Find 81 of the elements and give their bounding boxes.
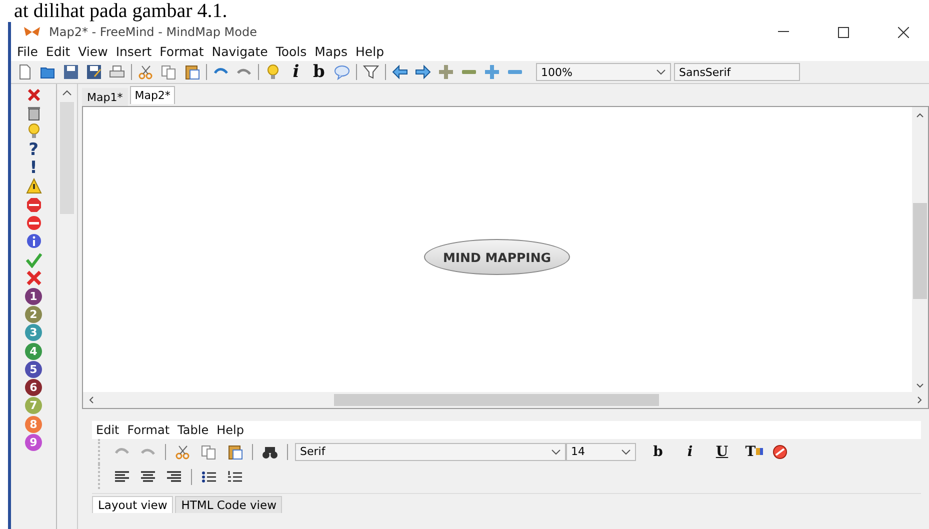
zoom-select[interactable]: 100% <box>536 63 671 81</box>
italic-button[interactable]: i <box>680 442 700 460</box>
warning-icon[interactable] <box>26 178 42 194</box>
menu-item[interactable]: File <box>13 44 42 59</box>
menu-item[interactable]: Format <box>156 44 208 59</box>
printer-icon[interactable] <box>109 64 125 80</box>
no-entry-icon[interactable] <box>26 214 42 231</box>
scroll-up-icon[interactable] <box>916 113 924 118</box>
size-select[interactable]: 14 <box>566 442 636 460</box>
menu-item[interactable]: Table <box>174 423 213 437</box>
text-color-button[interactable]: T <box>744 442 764 460</box>
number-circle-icon[interactable]: 9 <box>25 434 42 451</box>
maximize-icon[interactable] <box>838 26 848 38</box>
menu-item[interactable]: Help <box>352 44 388 59</box>
close-icon[interactable] <box>898 26 908 38</box>
chevron-down-icon[interactable] <box>621 448 631 454</box>
no-format-icon[interactable] <box>772 444 788 460</box>
chevron-down-icon[interactable] <box>656 69 666 75</box>
underline-button[interactable]: U <box>712 442 732 460</box>
document-text: at dilihat pada gambar 4.1. <box>14 0 228 22</box>
align-right-icon[interactable] <box>166 468 182 484</box>
arrow-right-icon[interactable] <box>415 64 431 80</box>
view-tab[interactable]: HTML Code view <box>175 496 282 513</box>
font-select[interactable]: SansSerif <box>674 63 800 81</box>
floppy-icon[interactable] <box>63 64 79 80</box>
view-tab[interactable]: Layout view <box>92 496 174 513</box>
menu-item[interactable]: Edit <box>42 44 74 59</box>
italic-button[interactable]: i <box>286 62 306 82</box>
minimize-icon[interactable] <box>778 31 788 33</box>
trash-icon[interactable] <box>26 105 42 122</box>
info-icon[interactable] <box>26 233 42 250</box>
number-circle-icon[interactable]: 6 <box>25 379 42 396</box>
symbol-icon[interactable]: ? <box>28 140 38 160</box>
copy-icon[interactable] <box>201 444 217 460</box>
check-icon[interactable] <box>26 252 42 268</box>
number-circle-icon[interactable]: 1 <box>25 288 42 305</box>
symbol-icon[interactable]: ! <box>30 158 38 178</box>
scroll-left-icon[interactable] <box>89 396 94 404</box>
bold-button[interactable]: b <box>648 442 668 460</box>
scissors-icon[interactable] <box>175 444 191 460</box>
speech-bubble-icon[interactable] <box>334 64 350 80</box>
font-select[interactable]: Serif <box>295 442 566 460</box>
filter-icon[interactable] <box>363 64 379 80</box>
butterfly-logo-icon <box>23 26 41 38</box>
bold-button[interactable]: b <box>309 62 329 82</box>
clipboard-icon[interactable] <box>227 444 243 460</box>
bullet-list-icon[interactable] <box>201 468 217 484</box>
copy-icon[interactable] <box>161 64 177 80</box>
menu-item[interactable]: Tools <box>272 44 311 59</box>
scroll-right-icon[interactable] <box>917 396 922 404</box>
window-title: Map2* - FreeMind - MindMap Mode <box>49 25 258 39</box>
menu-item[interactable]: Format <box>123 423 174 437</box>
menu-item[interactable]: Insert <box>112 44 156 59</box>
new-file-icon[interactable] <box>17 64 33 80</box>
scissors-icon[interactable] <box>138 64 154 80</box>
cross-icon[interactable] <box>26 270 42 286</box>
menu-item[interactable]: Navigate <box>208 44 272 59</box>
stop-sign-icon[interactable] <box>26 196 42 213</box>
map-tab[interactable]: Map1* <box>82 88 128 106</box>
scroll-down-icon[interactable] <box>916 383 924 388</box>
menu-item[interactable]: Maps <box>310 44 352 59</box>
align-left-icon[interactable] <box>114 468 130 484</box>
menu-item[interactable]: Help <box>212 423 248 437</box>
align-center-icon[interactable] <box>140 468 156 484</box>
floppy-pencil-icon[interactable] <box>86 64 102 80</box>
color-swatch-icon <box>756 448 763 455</box>
scrollbar-thumb[interactable] <box>334 394 659 406</box>
number-circle-icon[interactable]: 2 <box>25 306 42 323</box>
clipboard-icon[interactable] <box>184 64 200 80</box>
numbered-list-icon[interactable] <box>227 468 243 484</box>
lightbulb-icon[interactable] <box>265 64 281 80</box>
map-tab[interactable]: Map2* <box>130 86 176 104</box>
scroll-up-icon[interactable] <box>62 90 72 96</box>
menu-item[interactable]: View <box>74 44 112 59</box>
mind-map-node[interactable]: MIND MAPPING <box>424 239 570 275</box>
number-circle-icon[interactable]: 5 <box>25 360 42 378</box>
number-circle-icon[interactable]: 4 <box>25 342 42 360</box>
scrollbar-thumb[interactable] <box>913 202 927 298</box>
menu-item[interactable]: Edit <box>92 423 124 437</box>
arrow-left-icon[interactable] <box>392 64 408 80</box>
chevron-down-icon[interactable] <box>551 448 561 454</box>
